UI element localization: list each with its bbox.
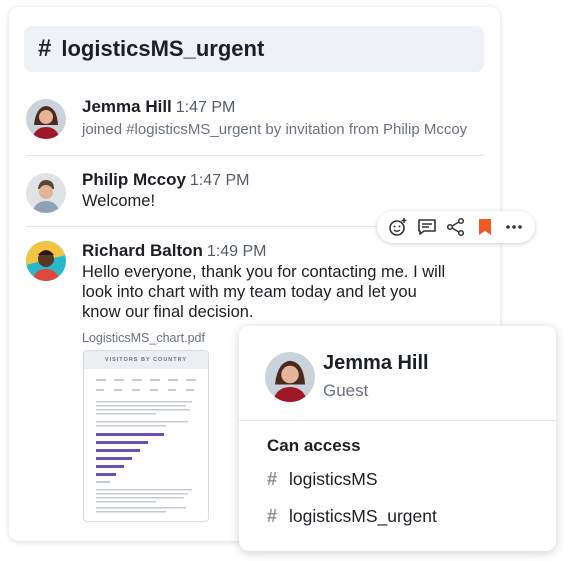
channel-title: logisticsMS_urgent bbox=[61, 36, 265, 61]
message-author[interactable]: Jemma Hill bbox=[82, 97, 172, 116]
message-action-toolbar bbox=[377, 211, 535, 243]
message-time: 1:49 PM bbox=[206, 243, 267, 260]
attachment-filename[interactable]: LogisticsMS_chart.pdf bbox=[82, 331, 205, 345]
message-text: Hello everyone, thank you for contacting… bbox=[82, 262, 492, 322]
thumbnail-preview bbox=[96, 379, 196, 513]
message-text: Welcome! bbox=[82, 192, 156, 210]
reply-icon[interactable] bbox=[416, 216, 438, 238]
philip-avatar[interactable] bbox=[26, 173, 66, 213]
join-notice: joined #logisticsMS_urgent by invitation… bbox=[82, 121, 468, 138]
message-line: look into chart with my team today and l… bbox=[82, 283, 417, 301]
access-channel-item[interactable]: # logisticsMS bbox=[267, 469, 378, 490]
message-author[interactable]: Richard Balton bbox=[82, 241, 203, 260]
access-heading: Can access bbox=[267, 436, 361, 455]
access-channel-label: logisticsMS_urgent bbox=[289, 506, 437, 526]
message-time: 1:47 PM bbox=[175, 99, 236, 116]
channel-hash-icon: # bbox=[267, 469, 278, 489]
message-line: know our final decision. bbox=[82, 303, 254, 321]
divider bbox=[26, 155, 484, 156]
bookmark-icon[interactable] bbox=[474, 216, 496, 238]
more-icon[interactable] bbox=[503, 216, 525, 238]
channel-hash-icon: # bbox=[267, 506, 278, 526]
thumbnail-title: VISITORS BY COUNTRY bbox=[84, 351, 208, 369]
message-author[interactable]: Philip Mccoy bbox=[82, 170, 186, 189]
profile-role: Guest bbox=[323, 381, 369, 400]
message-time: 1:47 PM bbox=[189, 172, 250, 189]
richard-avatar[interactable] bbox=[26, 241, 66, 281]
jemma-avatar[interactable] bbox=[26, 99, 66, 139]
access-channel-item[interactable]: # logisticsMS_urgent bbox=[267, 506, 437, 527]
channel-header: # logisticsMS_urgent bbox=[24, 26, 484, 72]
profile-name: Jemma Hill bbox=[323, 352, 429, 374]
channel-hash-icon: # bbox=[38, 35, 52, 62]
attachment-thumbnail[interactable]: VISITORS BY COUNTRY bbox=[83, 350, 209, 522]
add-reaction-icon[interactable] bbox=[387, 216, 409, 238]
profile-avatar bbox=[265, 352, 315, 402]
message-line: Hello everyone, thank you for contacting… bbox=[82, 263, 446, 281]
access-channel-label: logisticsMS bbox=[289, 469, 378, 489]
user-profile-popover: Jemma Hill Guest Can access # logisticsMS… bbox=[239, 326, 556, 551]
divider bbox=[239, 420, 556, 421]
share-icon[interactable] bbox=[445, 216, 467, 238]
